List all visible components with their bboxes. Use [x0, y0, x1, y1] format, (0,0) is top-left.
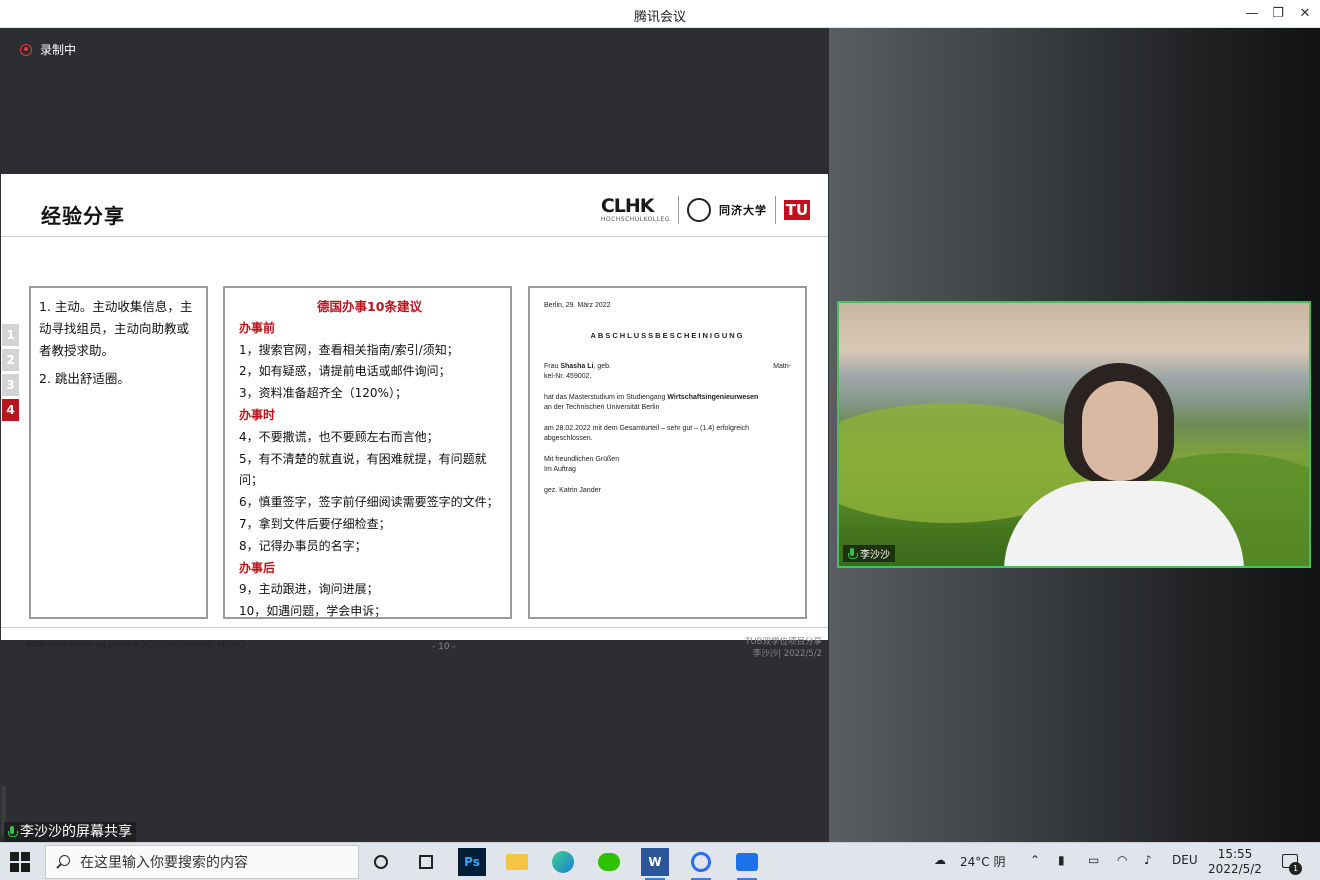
windows-taskbar: 在这里输入你要搜索的内容 Ps W ☁ 24°C 阴 ⌃ ▮ ▭ ◠ ♪ DEU…	[0, 842, 1320, 880]
microphone-tray-icon[interactable]: ▮	[1058, 853, 1065, 867]
taskbar-search-input[interactable]: 在这里输入你要搜索的内容	[45, 845, 359, 879]
recording-label: 录制中	[40, 43, 77, 57]
section-tab-1: 1	[2, 324, 19, 346]
advice-item: 2，如有疑惑，请提前电话或邮件询问；	[239, 364, 451, 379]
tu-berlin-logo: TU	[784, 200, 810, 220]
windows-start-icon[interactable]	[10, 852, 30, 872]
tips-box: 1. 主动。主动收集信息，主动寻找组员，主动向助教或者教授求助。 2. 跳出舒适…	[29, 286, 208, 619]
screen-share-label: 李沙沙的屏幕共享	[4, 822, 136, 842]
tongji-seal-icon	[687, 198, 711, 222]
restore-button[interactable]: ❐	[1268, 4, 1288, 24]
advice-heading: 德国办事10条建议	[317, 299, 422, 314]
input-language[interactable]: DEU	[1172, 853, 1198, 867]
tray-expand-icon[interactable]: ⌃	[1030, 853, 1040, 867]
advice-box: 德国办事10条建议 办事前 1，搜索官网，查看相关指南/索引/须知； 2，如有疑…	[223, 286, 512, 619]
taskbar-clock[interactable]: 15:55 2022/5/2	[1206, 847, 1264, 877]
slide-header-divider	[1, 236, 828, 237]
certificate-result: am 28.02.2022 mit dem Gesamturteil – seh…	[544, 425, 750, 442]
slide-footer-url: https://mp.weixin.qq.com/s/KJc1h1yKGnvsV…	[26, 639, 246, 649]
logo-divider	[678, 196, 679, 224]
window-title: 腾讯会议	[633, 10, 686, 25]
clock-time: 15:55	[1217, 847, 1253, 861]
advice-section-label: 办事前	[239, 320, 276, 335]
advice-item: 4，不要撒谎，也不要顾左右而言他；	[239, 429, 439, 444]
certificate-greeting: Mit freundlichen Grüßen Im Auftrag	[544, 456, 620, 473]
file-explorer-icon[interactable]	[503, 848, 531, 876]
microphone-icon	[848, 547, 858, 560]
tencent-meeting-app-icon[interactable]	[733, 848, 761, 880]
word-icon[interactable]: W	[641, 848, 669, 880]
microphone-icon	[8, 826, 18, 838]
tip-item: 1. 主动。主动收集信息，主动寻找组员，主动向助教或者教授求助。	[39, 299, 193, 358]
photoshop-icon[interactable]: Ps	[458, 848, 486, 876]
advice-item: 7，拿到文件后要仔细检查；	[239, 516, 391, 531]
certificate-recipient: Frau Shasha Li, geb. Matri- kel-Nr. 4590…	[544, 363, 791, 380]
task-view-icon[interactable]	[412, 848, 440, 876]
slide-page-number: - 10 -	[432, 642, 456, 652]
notification-count-badge: 1	[1289, 862, 1302, 875]
volume-icon[interactable]: ♪	[1144, 853, 1152, 867]
tongji-logo-text: 同济大学	[719, 204, 767, 217]
advice-item: 10，如遇问题，学会申诉；	[239, 604, 387, 619]
advice-item: 1，搜索官网，查看相关指南/索引/须知；	[239, 342, 459, 357]
recording-indicator[interactable]: 录制中	[20, 41, 76, 58]
advice-section-label: 办事时	[239, 407, 276, 422]
advice-item: 5，有不清楚的就直说，有困难就提，有问题就问；	[239, 451, 487, 488]
window-titlebar: 腾讯会议 — ❐ ✕	[0, 0, 1320, 28]
clock-date: 2022/5/2	[1208, 862, 1262, 876]
clhk-logo: CLHK HOCHSCHULKOLLEG	[600, 195, 670, 224]
search-icon	[56, 855, 70, 869]
advice-item: 6，慎重签字，签字前仔细阅读需要签字的文件；	[239, 495, 499, 510]
advice-item: 3，资料准备超齐全（120%）；	[239, 386, 407, 401]
wechat-icon[interactable]	[595, 848, 623, 876]
slide-title: 经验分享	[41, 204, 125, 228]
advice-item: 8，记得办事员的名字；	[239, 538, 367, 553]
weather-text[interactable]: 24°C 阴	[960, 853, 1005, 870]
edge-browser-icon[interactable]	[549, 848, 577, 876]
battery-icon[interactable]: ▭	[1088, 853, 1099, 867]
cortana-icon[interactable]	[367, 848, 395, 876]
minimize-button[interactable]: —	[1242, 4, 1262, 24]
section-tab-3: 3	[2, 374, 19, 396]
advice-item: 9，主动跟进，询问进展；	[239, 582, 379, 597]
certificate-title: ABSCHLUSSBESCHEINIGUNG	[590, 331, 745, 340]
weather-cloud-icon[interactable]: ☁	[934, 853, 946, 867]
presentation-slide: 经验分享 CLHK HOCHSCHULKOLLEG 同济大学 TU 1 2 3 …	[1, 174, 828, 659]
logo-divider	[775, 196, 776, 224]
section-number-tabs: 1 2 3 4	[2, 324, 20, 424]
record-icon	[20, 43, 32, 56]
slide-footer-divider	[1, 627, 828, 628]
participant-name-tag: 李沙沙	[843, 545, 895, 562]
section-tab-4: 4	[2, 399, 19, 421]
certificate-date: Berlin, 29. März 2022	[544, 302, 611, 309]
screen-share-owner: 李沙沙的屏幕共享	[20, 824, 132, 840]
slide-footer-credit: TUB双学位项目分享 李沙沙| 2022/5/2	[745, 637, 822, 659]
certificate-signature: gez. Katrin Jander	[544, 487, 601, 494]
tencent-meeting-icon[interactable]	[687, 848, 715, 880]
close-button[interactable]: ✕	[1295, 4, 1315, 24]
certificate-program: hat das Masterstudium im Studiengang Wir…	[544, 394, 759, 411]
section-tab-2: 2	[2, 349, 19, 371]
tip-item: 2. 跳出舒适圈。	[39, 371, 130, 386]
slide-logos: CLHK HOCHSCHULKOLLEG 同济大学 TU	[601, 196, 810, 224]
participant-video-tile[interactable]: 李沙沙	[837, 301, 1311, 568]
advice-section-label: 办事后	[239, 560, 276, 575]
certificate-box: Berlin, 29. März 2022 ABSCHLUSSBESCHEINI…	[528, 286, 807, 619]
wifi-icon[interactable]: ◠	[1117, 853, 1127, 867]
participant-name: 李沙沙	[860, 550, 890, 561]
search-placeholder: 在这里输入你要搜索的内容	[80, 855, 248, 871]
participant-figure	[1004, 363, 1244, 566]
